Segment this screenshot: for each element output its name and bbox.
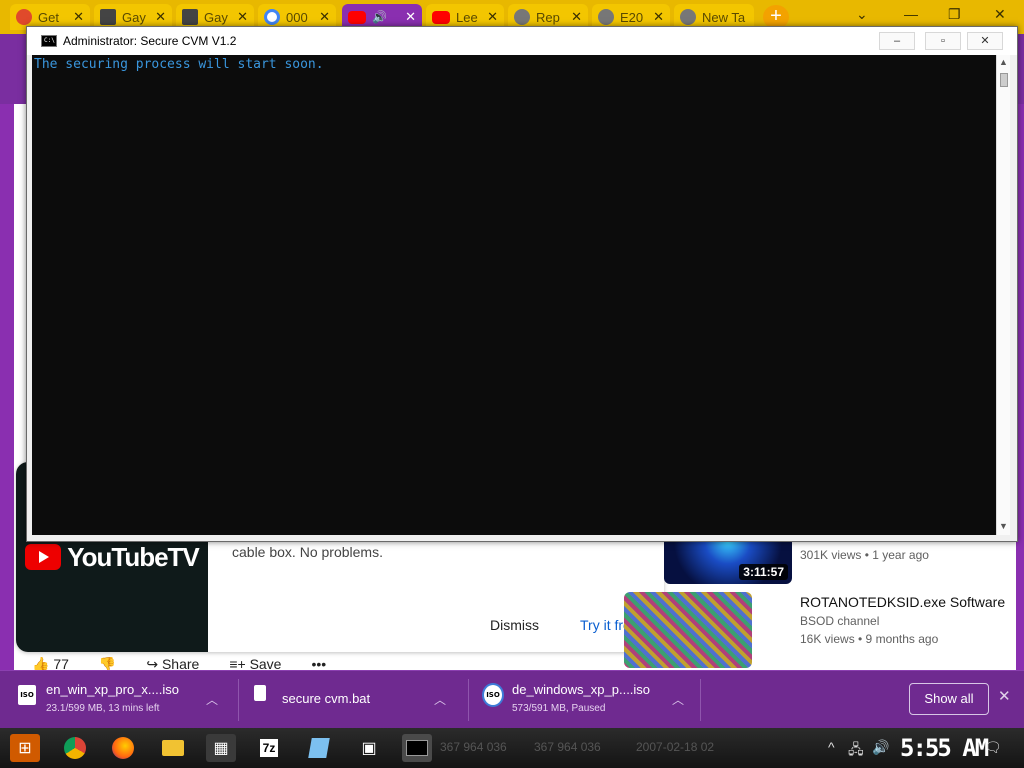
tab-label: Get (38, 9, 59, 25)
package-icon[interactable]: ▣ (354, 734, 384, 762)
video-views: 301K views • 1 year ago (800, 548, 929, 562)
close-icon[interactable]: ✕ (237, 9, 248, 25)
globe-icon (680, 9, 696, 25)
close-window-icon[interactable]: ✕ (994, 6, 1006, 23)
download-item[interactable]: ISO de_windows_xp_p....iso 573/591 MB, P… (484, 679, 694, 721)
iso-file-icon: ISO (18, 685, 36, 705)
console-output[interactable]: The securing process will start soon. (32, 55, 996, 535)
globe-icon (598, 9, 614, 25)
tab-favicon-icon (16, 9, 32, 25)
dismiss-button[interactable]: Dismiss (490, 617, 539, 633)
firefox-icon[interactable] (108, 734, 138, 762)
tab-label: Lee (456, 9, 478, 25)
network-icon[interactable]: 🖧 (848, 739, 864, 763)
show-all-button[interactable]: Show all (909, 683, 989, 715)
close-icon[interactable]: ✕ (487, 9, 498, 25)
console-title: Administrator: Secure CVM V1.2 (63, 34, 237, 48)
youtube-logo-icon (25, 544, 62, 570)
download-name: en_win_xp_pro_x....iso (46, 682, 179, 697)
tab-label: New Ta (702, 9, 746, 25)
video-thumbnail[interactable] (624, 592, 752, 668)
tab-label: Rep (536, 9, 560, 25)
7zip-icon[interactable]: 7z (254, 734, 284, 762)
download-name: secure cvm.bat (282, 691, 371, 706)
video-views: 16K views • 9 months ago (800, 632, 939, 646)
download-item[interactable]: secure cvm.bat ︿ (254, 679, 464, 721)
taskbar: ⊞ ▦ 7z ▣ 367 964 036 367 964 036 2007-02… (0, 728, 1024, 768)
background-text: 367 964 036 (534, 740, 601, 754)
video-channel[interactable]: BSOD channel (800, 612, 1012, 630)
tab-favicon-icon (182, 9, 198, 25)
download-shelf: ISO en_win_xp_pro_x....iso 23.1/599 MB, … (0, 670, 1024, 728)
chevron-up-icon[interactable]: ︿ (672, 691, 684, 708)
tray-chevron-icon[interactable]: ^ (828, 739, 835, 755)
page-left-edge (0, 104, 14, 670)
tab-label: Gay (204, 9, 228, 25)
close-icon[interactable]: ✕ (571, 9, 582, 25)
restore-icon[interactable]: ❐ (948, 6, 961, 23)
close-button[interactable]: ✕ (967, 32, 1003, 50)
download-name: de_windows_xp_p....iso (512, 682, 651, 697)
notepad-icon[interactable] (304, 734, 334, 762)
tab-label: Gay (122, 9, 146, 25)
maximize-button[interactable]: ▫ (925, 32, 961, 50)
tab-label: 000 (286, 9, 308, 25)
volume-icon[interactable]: 🔊 (872, 739, 889, 756)
tab-favicon-icon (100, 9, 116, 25)
console-scrollbar[interactable]: ▲ ▼ (996, 55, 1010, 535)
minimize-icon[interactable]: — (904, 6, 918, 22)
scroll-thumb[interactable] (1000, 73, 1008, 87)
video-duration: 3:11:57 (739, 564, 788, 580)
youtube-icon (432, 10, 450, 24)
chevron-up-icon[interactable]: ︿ (434, 691, 446, 708)
google-icon (264, 9, 280, 25)
start-button[interactable]: ⊞ (10, 734, 40, 762)
close-icon[interactable]: ✕ (998, 687, 1011, 705)
download-status: 23.1/599 MB, 13 mins left (46, 703, 160, 714)
scroll-down-icon[interactable]: ▼ (999, 521, 1008, 531)
console-taskbar-icon[interactable] (402, 734, 432, 762)
minimize-button[interactable]: – (879, 32, 915, 50)
close-icon[interactable]: ✕ (73, 9, 84, 25)
download-status: 573/591 MB, Paused (512, 703, 606, 714)
close-icon[interactable]: ✕ (653, 9, 664, 25)
notifications-icon[interactable]: 🗨 (984, 739, 1002, 756)
speaker-icon[interactable]: 🔊 (372, 10, 387, 24)
network-app-icon[interactable]: ▦ (206, 734, 236, 762)
console-window[interactable]: C:\ Administrator: Secure CVM V1.2 – ▫ ✕… (26, 26, 1018, 542)
close-icon[interactable]: ✕ (405, 9, 416, 25)
tab-search-icon[interactable]: ⌄ (856, 6, 868, 23)
folder-icon[interactable] (158, 734, 188, 762)
chrome-icon[interactable] (60, 734, 90, 762)
scroll-up-icon[interactable]: ▲ (999, 57, 1008, 67)
tab-label: E20 (620, 9, 644, 25)
divider (700, 679, 701, 721)
youtube-icon (348, 10, 366, 24)
bat-file-icon (254, 685, 266, 701)
divider (468, 679, 469, 721)
7zip-icon-label: 7z (259, 739, 279, 757)
background-text: 367 964 036 (440, 740, 507, 754)
background-text: 2007-02-18 02 (636, 740, 715, 754)
promo-description: cable box. No problems. (232, 544, 383, 560)
clock[interactable]: 5:55 AM (900, 734, 989, 762)
iso-file-icon: ISO (484, 685, 502, 705)
video-title[interactable]: ROTANOTEDKSID.exe Software (800, 592, 1012, 612)
console-icon: C:\ (41, 35, 57, 47)
globe-icon (514, 9, 530, 25)
close-icon[interactable]: ✕ (319, 9, 330, 25)
console-title-bar[interactable]: C:\ Administrator: Secure CVM V1.2 – ▫ ✕ (27, 27, 1017, 55)
close-icon[interactable]: ✕ (155, 9, 166, 25)
download-item[interactable]: ISO en_win_xp_pro_x....iso 23.1/599 MB, … (18, 679, 238, 721)
divider (238, 679, 239, 721)
console-icon-label: C:\ (44, 37, 55, 44)
console-line: The securing process will start soon. (34, 57, 324, 72)
recommended-video[interactable]: ROTANOTEDKSID.exe Software BSOD channel … (624, 592, 1016, 668)
chevron-up-icon[interactable]: ︿ (206, 691, 218, 708)
promo-logo-text: YouTubeTV (67, 541, 200, 572)
video-meta: ROTANOTEDKSID.exe Software BSOD channel … (800, 592, 1012, 648)
